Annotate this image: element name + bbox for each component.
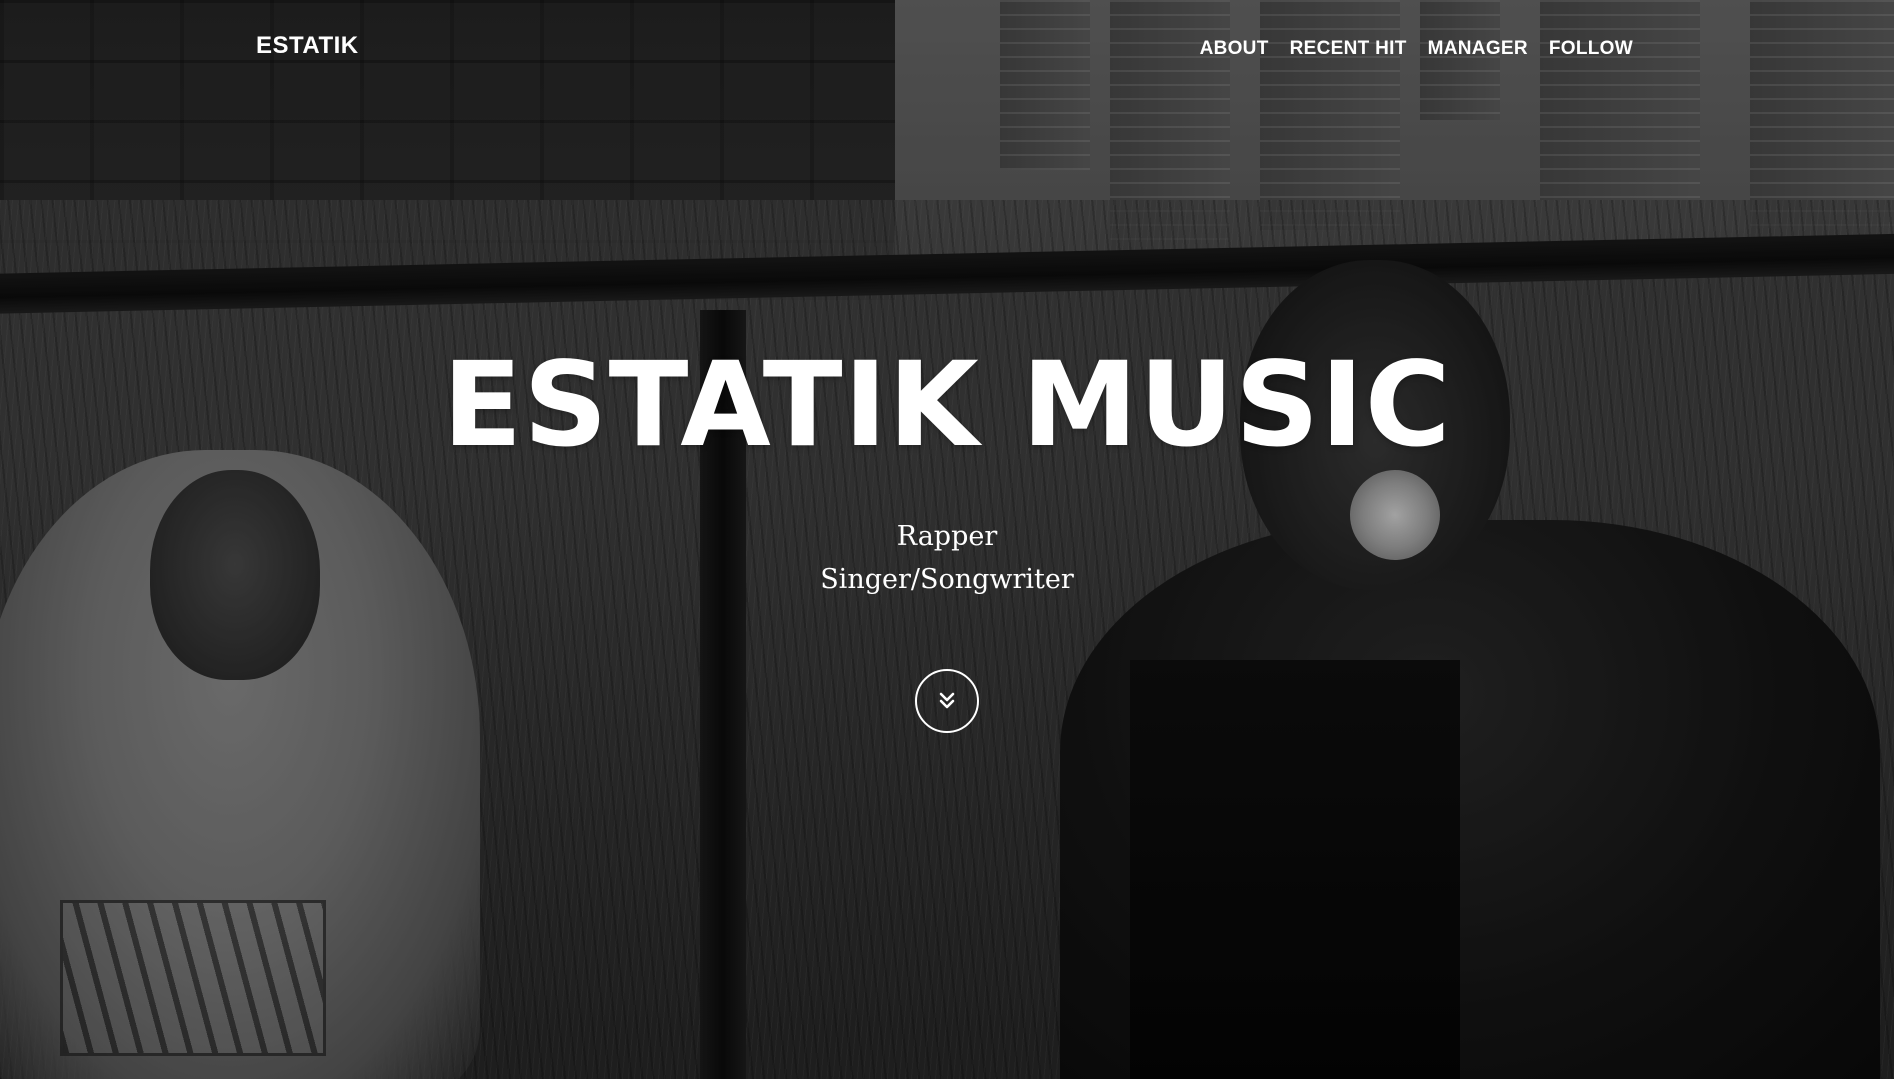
nav-link-about[interactable]: ABOUT [1200,38,1269,59]
brand-logo-link[interactable]: ESTATIK [256,32,359,60]
hero-section: ESTATIK ABOUT RECENT HIT MANAGER FOLLOW … [0,0,1894,1079]
nav-link-manager[interactable]: MANAGER [1428,38,1528,59]
scroll-down-button[interactable] [915,669,979,733]
nav-item-manager: MANAGER [1428,38,1528,60]
double-chevron-down-icon [936,690,958,712]
hero-subtitle: Rapper Singer/Songwriter [0,515,1894,601]
hero-subtitle-line-rapper: Rapper [896,521,998,552]
nav-link-recent-hit[interactable]: RECENT HIT [1290,38,1407,59]
hero-subtitle-line-singer: Singer/Songwriter [820,564,1074,595]
hero-content: ESTATIK MUSIC Rapper Singer/Songwriter [0,340,1894,601]
nav-item-follow: FOLLOW [1549,38,1633,60]
nav-item-about: ABOUT [1200,38,1269,60]
hero-title: ESTATIK MUSIC [442,336,1452,473]
nav-item-recent-hit: RECENT HIT [1290,38,1407,60]
top-navbar: ESTATIK ABOUT RECENT HIT MANAGER FOLLOW [0,0,1894,98]
nav-link-follow[interactable]: FOLLOW [1549,38,1633,59]
nav-links: ABOUT RECENT HIT MANAGER FOLLOW [1200,38,1633,60]
